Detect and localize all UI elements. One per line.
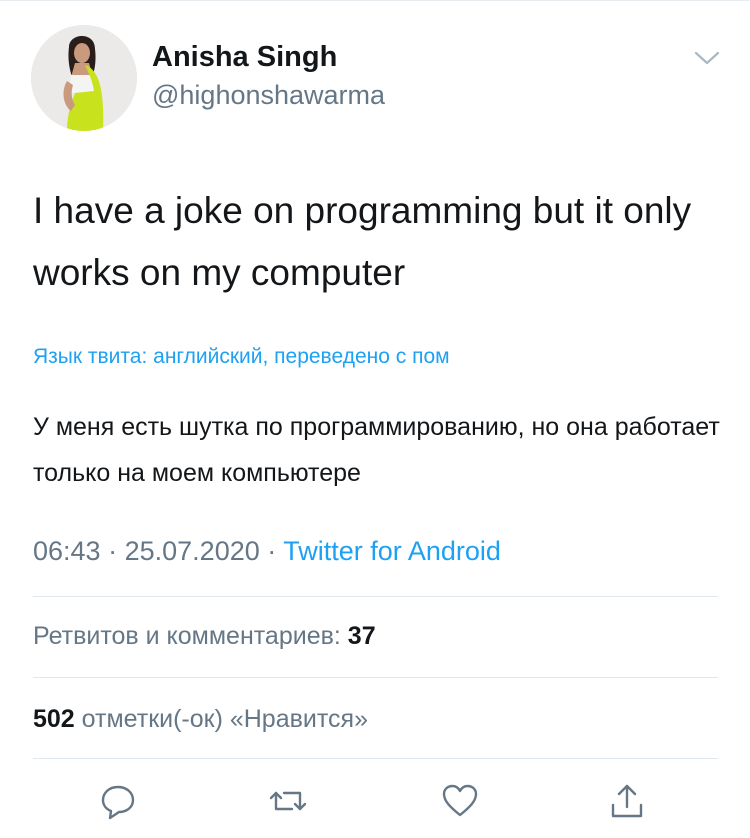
like-icon[interactable]	[440, 781, 480, 821]
avatar-photo-icon	[31, 25, 137, 131]
share-icon[interactable]	[607, 781, 647, 821]
likes-label: отметки(-ок) «Нравится»	[81, 705, 368, 733]
tweet-date[interactable]: 25.07.2020	[125, 536, 260, 566]
chevron-down-icon[interactable]	[693, 48, 721, 68]
divider	[33, 758, 718, 759]
tweet-time: 06:43	[33, 536, 101, 566]
retweet-icon[interactable]	[268, 781, 308, 821]
top-border	[0, 0, 750, 1]
tweet-meta: 06:43 · 25.07.2020 · Twitter for Android	[33, 536, 501, 567]
retweets-stat[interactable]: Ретвитов и комментариев: 37	[33, 622, 376, 651]
translation-note-link[interactable]: Язык твита: английский, переведено с пом	[33, 345, 596, 369]
meta-separator: ·	[267, 536, 277, 566]
divider	[33, 677, 718, 678]
tweet-text: I have a joke on programming but it only…	[33, 190, 692, 293]
likes-count: 502	[33, 705, 75, 733]
meta-separator: ·	[108, 536, 118, 566]
author-handle[interactable]: @highonshawarma	[152, 80, 385, 111]
author-name[interactable]: Anisha Singh	[152, 41, 337, 74]
divider	[33, 596, 718, 597]
tweet-source-link[interactable]: Twitter for Android	[283, 536, 501, 566]
avatar[interactable]	[31, 25, 137, 131]
tweet-translation: У меня есть шутка по программированию, н…	[33, 413, 720, 487]
retweets-count: 37	[347, 622, 376, 650]
likes-stat[interactable]: 502 отметки(-ок) «Нравится»	[33, 705, 368, 734]
reply-icon[interactable]	[98, 781, 138, 821]
retweets-label: Ретвитов и комментариев:	[33, 622, 341, 650]
